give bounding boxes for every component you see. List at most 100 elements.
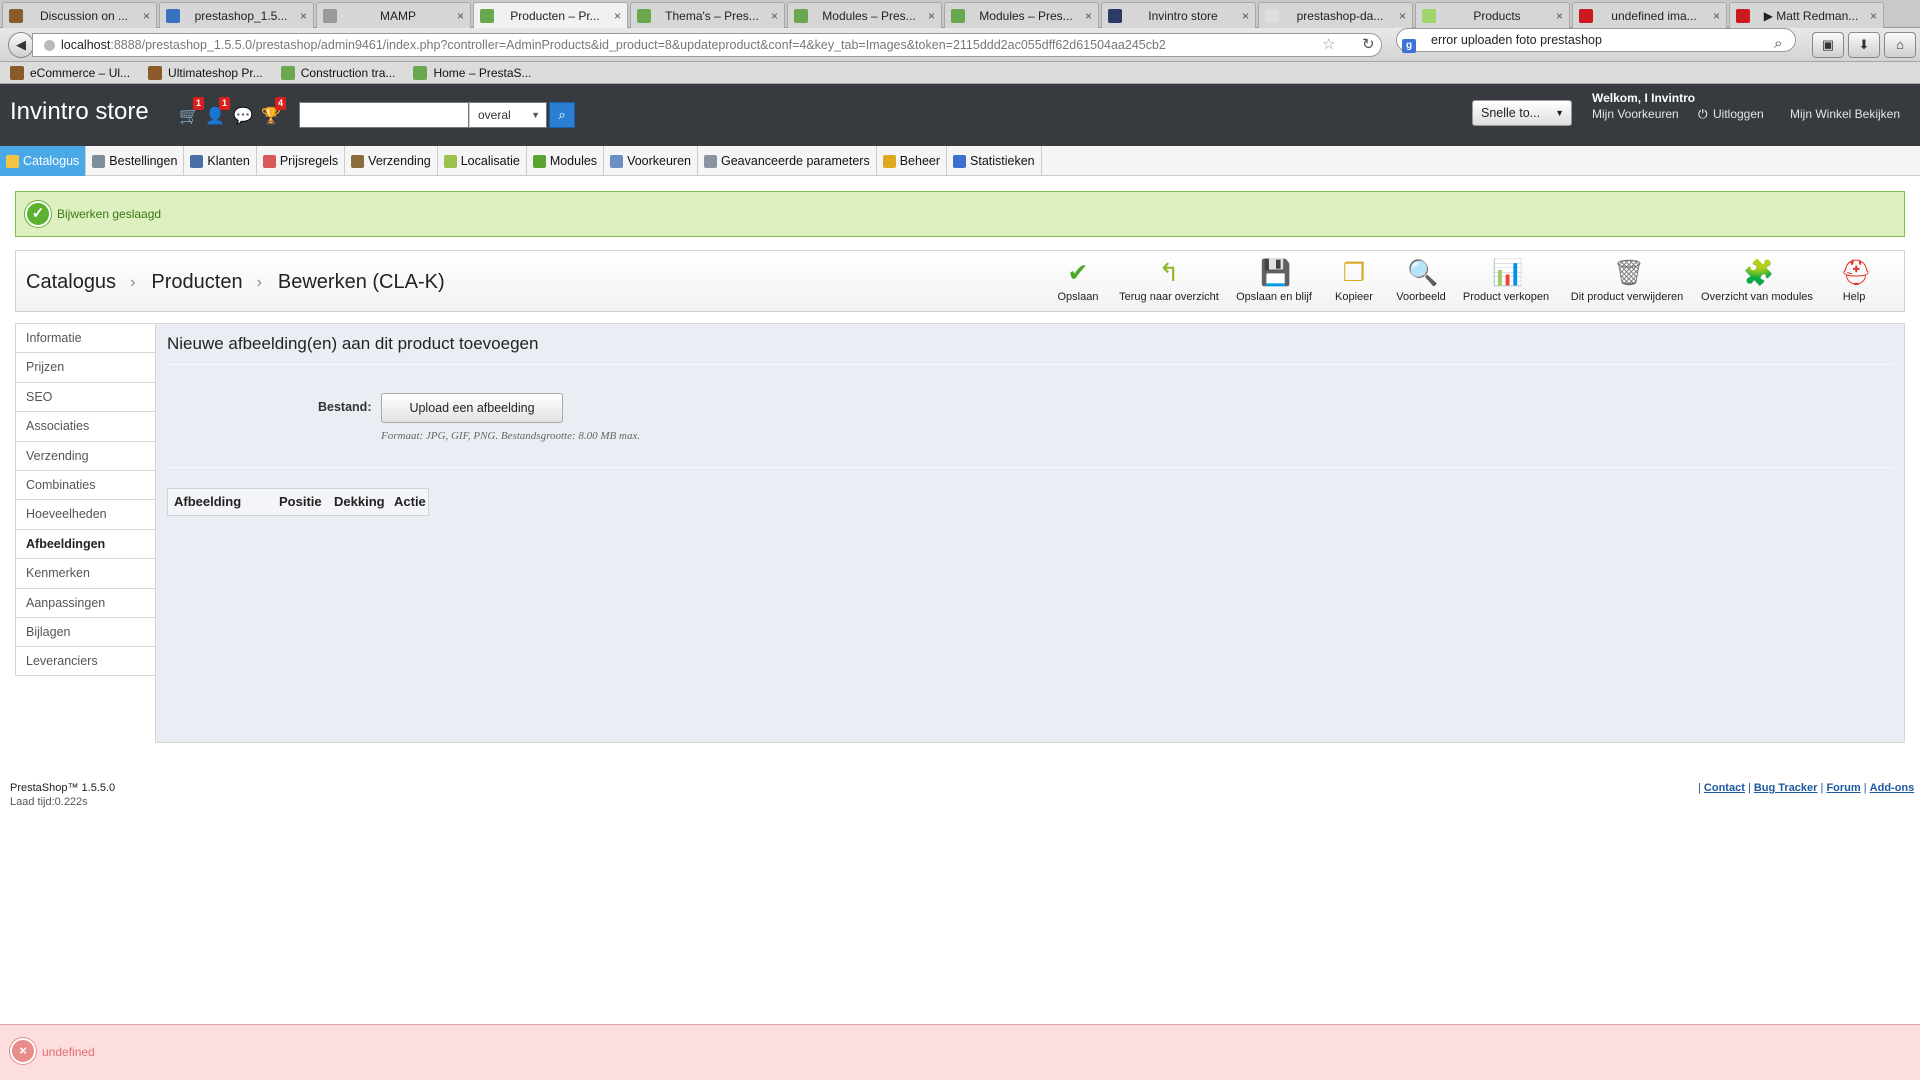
close-icon[interactable]: × bbox=[300, 9, 307, 23]
browser-tab[interactable]: Thema's – Pres... × bbox=[630, 2, 785, 28]
browser-tab[interactable]: prestashop-da... × bbox=[1258, 2, 1413, 28]
browser-tab[interactable]: Modules – Pres... × bbox=[787, 2, 942, 28]
quick-access-select[interactable]: Snelle to... ▼ bbox=[1472, 100, 1572, 126]
browser-tab[interactable]: MAMP × bbox=[316, 2, 471, 28]
close-icon[interactable]: × bbox=[1399, 9, 1406, 23]
home-icon[interactable]: ⌂ bbox=[1884, 32, 1916, 58]
menu-item-statistieken[interactable]: Statistieken bbox=[947, 146, 1042, 176]
admin-search-button[interactable]: ⌕ bbox=[549, 102, 575, 128]
toolbar-button-back-arrow[interactable]: ↰ Terug naar overzicht bbox=[1109, 259, 1229, 307]
menu-item-icon bbox=[610, 154, 624, 168]
breadcrumb-catalog[interactable]: Catalogus bbox=[26, 271, 116, 294]
close-icon[interactable]: × bbox=[143, 9, 150, 23]
bookmark-favicon-icon bbox=[10, 65, 24, 80]
bookmark-item[interactable]: Construction tra... bbox=[280, 65, 395, 80]
store-name[interactable]: Invintro store bbox=[10, 98, 149, 126]
menu-item-geavanceerde-parameters[interactable]: Geavanceerde parameters bbox=[698, 146, 877, 176]
customer-icon[interactable]: 👤 1 bbox=[204, 97, 230, 128]
tab-leveranciers[interactable]: Leveranciers bbox=[15, 646, 156, 676]
footer-link-add-ons[interactable]: Add-ons bbox=[1870, 782, 1915, 794]
tab-kenmerken[interactable]: Kenmerken bbox=[15, 558, 156, 588]
footer-link-separator: | bbox=[1698, 782, 1701, 794]
admin-search-input[interactable] bbox=[299, 102, 469, 128]
menu-item-catalogus[interactable]: Catalogus bbox=[0, 146, 87, 176]
search-scope-select[interactable]: overal ▼ bbox=[469, 102, 547, 128]
lifebuoy-icon: ⛑ bbox=[1840, 259, 1872, 287]
trophy-icon[interactable]: 🏆 4 bbox=[260, 97, 286, 128]
menu-item-label: Verzending bbox=[368, 154, 431, 168]
breadcrumb-products[interactable]: Producten bbox=[151, 271, 242, 294]
browser-tab[interactable]: ▶ Matt Redman... × bbox=[1729, 2, 1884, 28]
toolbar-button-sales-chart[interactable]: 📊 Product verkopen bbox=[1446, 259, 1566, 307]
toolbar-button-trash[interactable]: 🗑 Dit product verwijderen bbox=[1567, 259, 1687, 307]
tab-combinaties[interactable]: Combinaties bbox=[15, 469, 156, 500]
menu-item-icon bbox=[351, 154, 365, 168]
footer-link-bug-tracker[interactable]: Bug Tracker bbox=[1754, 782, 1818, 794]
menu-item-bestellingen[interactable]: Bestellingen bbox=[86, 146, 185, 176]
screenshot-icon[interactable]: ▣ bbox=[1812, 32, 1844, 58]
error-notification: × undefined bbox=[0, 1024, 1920, 1080]
close-icon[interactable]: × bbox=[457, 9, 464, 23]
cart-icon-glyph: 🛒 bbox=[179, 108, 199, 125]
bookmark-favicon-icon bbox=[148, 65, 163, 80]
menu-item-verzending[interactable]: Verzending bbox=[345, 146, 438, 176]
view-shop-link[interactable]: Mijn Winkel Bekijken bbox=[1790, 107, 1900, 121]
search-engine-icon[interactable]: g bbox=[1402, 39, 1416, 53]
browser-tab[interactable]: Products × bbox=[1415, 2, 1570, 28]
bookmark-item[interactable]: Home – PrestaS... bbox=[413, 65, 532, 80]
site-identity-icon[interactable] bbox=[44, 40, 55, 51]
address-bar[interactable]: localhost:8888/prestashop_1.5.5.0/presta… bbox=[32, 33, 1382, 57]
tab-seo[interactable]: SEO bbox=[15, 381, 156, 412]
bookmark-star-icon[interactable]: ☆ bbox=[1322, 35, 1335, 53]
close-icon[interactable]: × bbox=[1870, 9, 1877, 23]
tab-bijlagen[interactable]: Bijlagen bbox=[15, 616, 156, 647]
menu-item-prijsregels[interactable]: Prijsregels bbox=[257, 146, 346, 176]
bookmark-item[interactable]: eCommerce – Ul... bbox=[10, 65, 130, 80]
menu-item-icon bbox=[953, 154, 967, 168]
upload-image-button[interactable]: Upload een afbeelding bbox=[381, 393, 563, 423]
search-scope-value: overal bbox=[478, 108, 511, 122]
browser-tab[interactable]: Invintro store × bbox=[1101, 2, 1256, 28]
tab-associaties[interactable]: Associaties bbox=[15, 411, 156, 441]
close-icon[interactable]: × bbox=[1242, 9, 1249, 23]
tab-hoeveelheden[interactable]: Hoeveelheden bbox=[15, 499, 156, 529]
table-header-dekking: Dekking bbox=[334, 494, 385, 509]
menu-item-klanten[interactable]: Klanten bbox=[184, 146, 257, 176]
close-icon[interactable]: × bbox=[1556, 9, 1563, 23]
browser-search-input[interactable]: error uploaden foto prestashop bbox=[1396, 28, 1796, 52]
tab-aanpassingen[interactable]: Aanpassingen bbox=[15, 587, 156, 617]
tab-prijzen[interactable]: Prijzen bbox=[15, 352, 156, 382]
tab-afbeeldingen[interactable]: Afbeeldingen bbox=[15, 528, 156, 559]
power-icon[interactable]: ⏻ bbox=[1698, 107, 1708, 122]
browser-tab[interactable]: undefined ima... × bbox=[1572, 2, 1727, 28]
footer-link-forum[interactable]: Forum bbox=[1826, 782, 1860, 794]
menu-item-modules[interactable]: Modules bbox=[527, 146, 605, 176]
browser-tab[interactable]: Producten – Pr... × bbox=[473, 2, 628, 28]
close-icon[interactable]: × bbox=[771, 9, 778, 23]
tab-verzending[interactable]: Verzending bbox=[15, 440, 156, 470]
bookmark-item[interactable]: Ultimateshop Pr... bbox=[148, 65, 263, 80]
logout-link[interactable]: Uitloggen bbox=[1713, 107, 1764, 121]
footer-link-contact[interactable]: Contact bbox=[1704, 782, 1745, 794]
menu-item-voorkeuren[interactable]: Voorkeuren bbox=[604, 146, 698, 176]
browser-tab[interactable]: prestashop_1.5... × bbox=[159, 2, 314, 28]
menu-item-beheer[interactable]: Beheer bbox=[877, 146, 948, 176]
search-icon[interactable]: ⌕ bbox=[1774, 35, 1782, 52]
browser-tab[interactable]: Discussion on ... × bbox=[2, 2, 157, 28]
tab-informatie[interactable]: Informatie bbox=[15, 323, 156, 353]
toolbar-button-lifebuoy[interactable]: ⛑ Help bbox=[1794, 259, 1914, 307]
close-icon[interactable]: × bbox=[614, 9, 621, 23]
cart-icon[interactable]: 🛒 1 bbox=[178, 97, 204, 128]
back-button[interactable]: ◀ bbox=[8, 32, 34, 58]
browser-tab[interactable]: Modules – Pres... × bbox=[944, 2, 1099, 28]
close-icon[interactable]: × bbox=[1085, 9, 1092, 23]
preferences-link[interactable]: Mijn Voorkeuren bbox=[1592, 107, 1679, 121]
messages-icon[interactable]: 💬 bbox=[232, 106, 254, 128]
close-icon[interactable]: × bbox=[928, 9, 935, 23]
back-arrow-icon: ↰ bbox=[1158, 259, 1180, 287]
menu-item-localisatie[interactable]: Localisatie bbox=[438, 146, 527, 176]
close-circle-icon[interactable]: × bbox=[10, 1038, 36, 1064]
close-icon[interactable]: × bbox=[1713, 9, 1720, 23]
downloads-icon[interactable]: ⬇ bbox=[1848, 32, 1880, 58]
reload-icon[interactable]: ↻ bbox=[1362, 35, 1375, 53]
